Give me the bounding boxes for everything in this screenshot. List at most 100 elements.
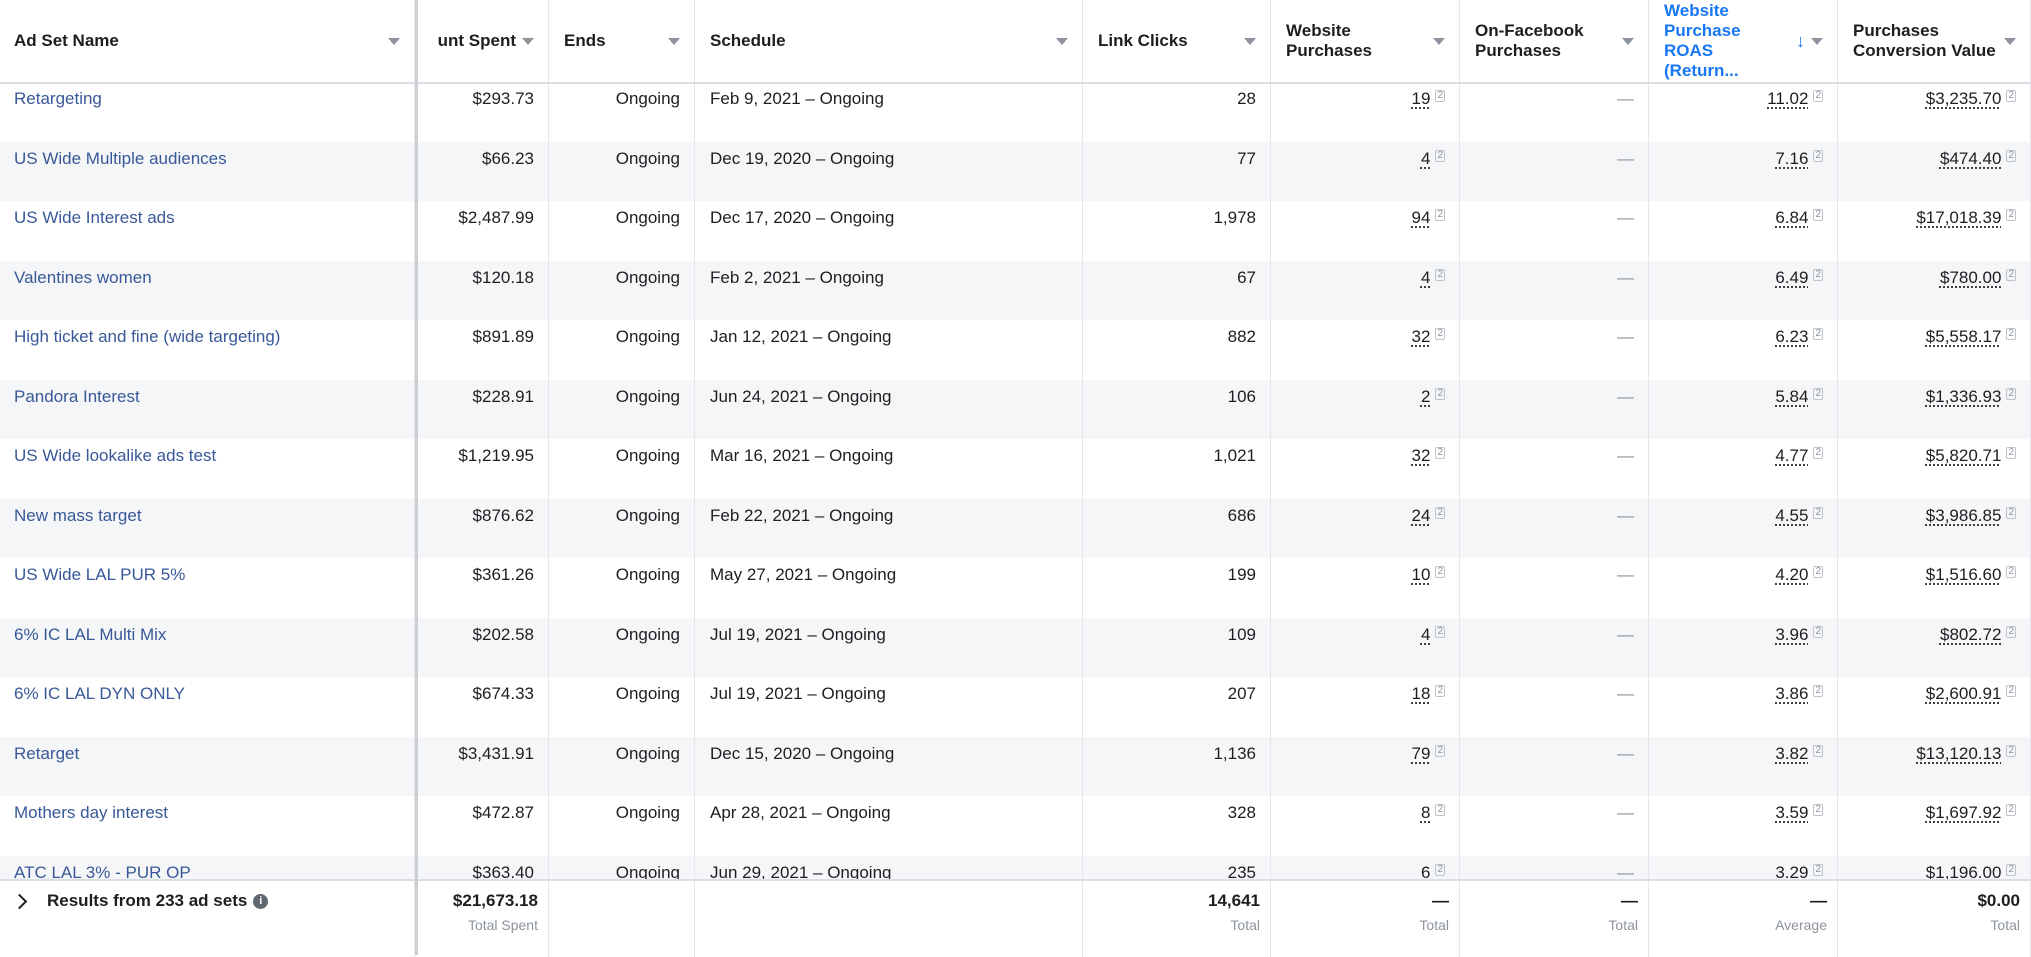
attribution-badge-icon[interactable]: 2 (1813, 387, 1823, 400)
ad-set-name-link[interactable]: Mothers day interest (14, 803, 168, 822)
table-row[interactable]: High ticket and fine (wide targeting) $89… (0, 320, 2031, 380)
attribution-badge-icon[interactable]: 2 (1813, 566, 1823, 578)
attribution-badge-icon[interactable]: 2 (2006, 804, 2016, 816)
attribution-badge-icon[interactable]: 2 (1435, 566, 1445, 578)
attribution-badge-icon[interactable]: 2 (1813, 328, 1823, 340)
website-purchases-cell-value[interactable]: 4 (1421, 625, 1430, 644)
attribution-badge-icon[interactable]: 2 (1435, 90, 1445, 102)
website-purchases-cell-value[interactable]: 10 (1412, 565, 1431, 584)
attribution-badge-icon[interactable]: 2 (1435, 149, 1445, 162)
column-header-amount-spent[interactable]: unt Spent (417, 0, 549, 82)
attribution-badge-icon[interactable]: 2 (1813, 90, 1823, 102)
roas-cell-value[interactable]: 4.20 (1775, 565, 1808, 584)
attribution-badge-icon[interactable]: 2 (1813, 863, 1823, 876)
conversion-value-cell-value[interactable]: $3,986.85 (1926, 506, 2002, 525)
website-purchases-cell-value[interactable]: 19 (1412, 89, 1431, 108)
roas-cell-value[interactable]: 3.96 (1775, 625, 1808, 644)
website-purchases-cell-value[interactable]: 94 (1412, 208, 1431, 227)
roas-cell-value[interactable]: 5.84 (1775, 387, 1808, 406)
column-header-website-purchase-roas[interactable]: Website Purchase ROAS (Return... ↓ (1650, 0, 1838, 82)
ad-set-name-link[interactable]: ATC LAL 3% - PUR OP (14, 863, 191, 880)
ad-set-name-link[interactable]: US Wide Interest ads (14, 208, 175, 227)
caret-down-icon[interactable] (1056, 37, 1068, 45)
table-row[interactable]: Retarget $3,431.91 Ongoing Dec 15, 2020 – O… (0, 736, 2031, 796)
roas-cell-value[interactable]: 6.49 (1775, 268, 1808, 287)
column-header-schedule[interactable]: Schedule (696, 0, 1083, 82)
conversion-value-cell-value[interactable]: $474.40 (1940, 149, 2001, 168)
conversion-value-cell-value[interactable]: $5,558.17 (1926, 327, 2002, 346)
column-header-on-facebook-purchases[interactable]: On-Facebook Purchases (1461, 0, 1649, 82)
info-icon[interactable]: i (253, 893, 269, 909)
roas-cell-value[interactable]: 6.23 (1775, 327, 1808, 346)
attribution-badge-icon[interactable]: 2 (1435, 209, 1445, 221)
ad-set-name-link[interactable]: 6% IC LAL Multi Mix (14, 625, 166, 644)
column-header-ad-set-name[interactable]: Ad Set Name (0, 0, 415, 82)
attribution-badge-icon[interactable]: 2 (2006, 744, 2016, 757)
table-row[interactable]: Pandora Interest $228.91 Ongoing Jun 24, 20… (0, 379, 2031, 439)
column-header-link-clicks[interactable]: Link Clicks (1084, 0, 1271, 82)
attribution-badge-icon[interactable]: 2 (1435, 625, 1445, 638)
table-row[interactable]: Valentines women $120.18 Ongoing Feb 2, 202… (0, 260, 2031, 320)
caret-down-icon[interactable] (388, 37, 400, 45)
roas-cell-value[interactable]: 7.16 (1775, 149, 1808, 168)
attribution-badge-icon[interactable]: 2 (1813, 685, 1823, 697)
attribution-badge-icon[interactable]: 2 (2006, 209, 2016, 221)
attribution-badge-icon[interactable]: 2 (2006, 863, 2016, 876)
caret-down-icon[interactable] (1433, 37, 1445, 45)
website-purchases-cell-value[interactable]: 8 (1421, 803, 1430, 822)
caret-down-icon[interactable] (1622, 37, 1634, 45)
website-purchases-cell-value[interactable]: 79 (1412, 744, 1431, 763)
ad-set-name-link[interactable]: 6% IC LAL DYN ONLY (14, 684, 185, 703)
ad-set-name-link[interactable]: Retarget (14, 744, 79, 763)
table-row[interactable]: New mass target $876.62 Ongoing Feb 22, 202… (0, 498, 2031, 558)
ad-set-name-link[interactable]: US Wide lookalike ads test (14, 446, 216, 465)
table-row[interactable]: ATC LAL 3% - PUR OP $363.40 Ongoing Jun 29,… (0, 855, 2031, 880)
attribution-badge-icon[interactable]: 2 (2006, 566, 2016, 578)
roas-cell-value[interactable]: 3.86 (1775, 684, 1808, 703)
chevron-right-icon[interactable] (11, 893, 28, 909)
website-purchases-cell-value[interactable]: 4 (1421, 149, 1430, 168)
website-purchases-cell-value[interactable]: 4 (1421, 268, 1430, 287)
website-purchases-cell-value[interactable]: 6 (1421, 863, 1430, 880)
attribution-badge-icon[interactable]: 2 (1435, 268, 1445, 281)
attribution-badge-icon[interactable]: 2 (1435, 387, 1445, 400)
caret-down-icon[interactable] (668, 37, 680, 45)
website-purchases-cell-value[interactable]: 2 (1421, 387, 1430, 406)
table-row[interactable]: 6% IC LAL Multi Mix $202.58 Ongoing Jul 19,… (0, 617, 2031, 677)
conversion-value-cell-value[interactable]: $1,196.00 (1926, 863, 2002, 880)
ad-set-name-link[interactable]: US Wide LAL PUR 5% (14, 565, 185, 584)
attribution-badge-icon[interactable]: 2 (2006, 149, 2016, 162)
attribution-badge-icon[interactable]: 2 (1813, 744, 1823, 757)
roas-cell-value[interactable]: 3.82 (1775, 744, 1808, 763)
column-header-website-purchases[interactable]: Website Purchases (1272, 0, 1460, 82)
roas-cell-value[interactable]: 6.84 (1775, 208, 1808, 227)
attribution-badge-icon[interactable]: 2 (2006, 268, 2016, 281)
conversion-value-cell-value[interactable]: $1,336.93 (1926, 387, 2002, 406)
caret-down-icon[interactable] (1811, 37, 1823, 45)
attribution-badge-icon[interactable]: 2 (1435, 744, 1445, 757)
ad-set-name-link[interactable]: High ticket and fine (wide targeting) (14, 327, 280, 346)
attribution-badge-icon[interactable]: 2 (1435, 804, 1445, 816)
attribution-badge-icon[interactable]: 2 (1813, 447, 1823, 459)
attribution-badge-icon[interactable]: 2 (1813, 149, 1823, 162)
attribution-badge-icon[interactable]: 2 (1435, 328, 1445, 340)
website-purchases-cell-value[interactable]: 32 (1412, 327, 1431, 346)
table-row[interactable]: US Wide lookalike ads test $1,219.95 Ongoi… (0, 439, 2031, 499)
ad-set-name-link[interactable]: US Wide Multiple audiences (14, 149, 227, 168)
table-row[interactable]: US Wide Interest ads $2,487.99 Ongoing Dec … (0, 201, 2031, 261)
attribution-badge-icon[interactable]: 2 (1813, 268, 1823, 281)
attribution-badge-icon[interactable]: 2 (1435, 863, 1445, 876)
conversion-value-cell-value[interactable]: $3,235.70 (1926, 89, 2002, 108)
attribution-badge-icon[interactable]: 2 (2006, 685, 2016, 697)
attribution-badge-icon[interactable]: 2 (1813, 506, 1823, 519)
caret-down-icon[interactable] (2004, 37, 2016, 45)
attribution-badge-icon[interactable]: 2 (1813, 804, 1823, 816)
ad-set-name-link[interactable]: Retargeting (14, 89, 102, 108)
attribution-badge-icon[interactable]: 2 (1813, 209, 1823, 221)
attribution-badge-icon[interactable]: 2 (2006, 447, 2016, 459)
table-row[interactable]: Mothers day interest $472.87 Ongoing Apr 28… (0, 796, 2031, 856)
attribution-badge-icon[interactable]: 2 (2006, 625, 2016, 638)
caret-down-icon[interactable] (522, 37, 534, 45)
roas-cell-value[interactable]: 4.55 (1775, 506, 1808, 525)
attribution-badge-icon[interactable]: 2 (2006, 328, 2016, 340)
